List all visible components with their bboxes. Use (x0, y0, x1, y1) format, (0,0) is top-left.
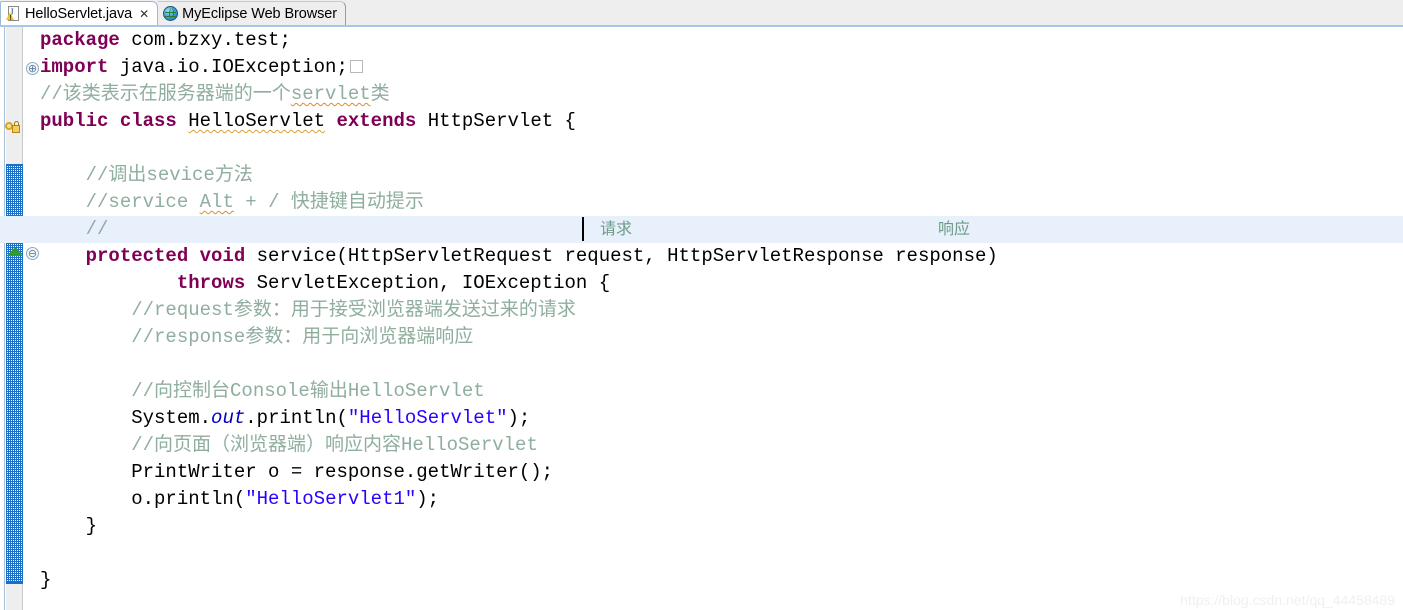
code-token: extends (336, 110, 417, 132)
code-token: Alt (199, 191, 234, 213)
code-token: HelloServlet (188, 110, 326, 132)
code-token: //该类表示在服务器端的一个 (40, 83, 291, 105)
code-token: PrintWriter o = response.getWriter(); (131, 461, 554, 483)
code-token: //response参数：用于向浏览器端响应 (131, 326, 474, 348)
code-token: o.println( (131, 488, 246, 510)
code-token: import (40, 56, 109, 78)
code-line[interactable] (40, 540, 1403, 567)
code-token: //调出sevice方法 (85, 164, 253, 186)
code-line[interactable]: //调出sevice方法 (40, 162, 1403, 189)
code-line[interactable]: //request参数：用于接受浏览器端发送过来的请求 (40, 297, 1403, 324)
code-token: 类 (370, 83, 390, 105)
tab-strip: J ! HelloServlet.java ✕ MyEclipse Web Br… (0, 0, 346, 25)
code-token: service(HttpServletRequest request, Http… (245, 245, 998, 267)
tab-myeclipse-web-browser[interactable]: MyEclipse Web Browser (158, 1, 346, 25)
code-token: //向页面（浏览器端）响应内容HelloServlet (131, 434, 538, 456)
code-line[interactable]: } (40, 567, 1403, 594)
code-token: HttpServlet { (416, 110, 576, 132)
code-line[interactable]: // (40, 216, 1403, 243)
code-line[interactable]: System.out.println("HelloServlet"); (40, 405, 1403, 432)
code-token: public class (40, 110, 177, 132)
code-line[interactable]: protected void service(HttpServletReques… (40, 243, 1403, 270)
code-line[interactable]: throws ServletException, IOException { (40, 270, 1403, 297)
code-line[interactable] (40, 135, 1403, 162)
code-line[interactable]: //service Alt + / 快捷键自动提示 (40, 189, 1403, 216)
annotation-request: 请求 (600, 221, 633, 238)
code-token: "HelloServlet1" (245, 488, 417, 510)
override-method-key-icon (5, 120, 22, 135)
code-token: + / 快捷键自动提示 (233, 191, 424, 213)
code-token: ); (416, 488, 440, 510)
code-token: servlet (290, 83, 371, 105)
code-token: } (85, 515, 98, 537)
code-line[interactable]: o.println("HelloServlet1"); (40, 486, 1403, 513)
code-line[interactable]: package com.bzxy.test; (40, 27, 1403, 54)
code-token: "HelloServlet" (347, 407, 508, 429)
code-token: .println( (245, 407, 348, 429)
code-token: } (40, 569, 52, 591)
code-token: //request参数：用于接受浏览器端发送过来的请求 (131, 299, 576, 321)
code-token: com.bzxy.test; (119, 29, 291, 51)
code-token: //向控制台Console输出HelloServlet (131, 380, 485, 402)
editor-left-border (0, 27, 5, 610)
globe-icon (163, 6, 179, 21)
code-line[interactable]: PrintWriter o = response.getWriter(); (40, 459, 1403, 486)
tab-label: MyEclipse Web Browser (182, 5, 337, 22)
code-line[interactable]: //向页面（浏览器端）响应内容HelloServlet (40, 432, 1403, 459)
folding-gutter[interactable] (24, 27, 39, 610)
code-token: // (85, 218, 109, 240)
java-file-warning-icon: J ! (6, 5, 21, 22)
code-token: System. (131, 407, 212, 429)
editor-tab-bar: J ! HelloServlet.java ✕ MyEclipse Web Br… (0, 0, 1403, 27)
text-caret (582, 217, 584, 241)
close-icon[interactable]: ✕ (139, 8, 149, 20)
code-token: throws (176, 272, 246, 294)
code-editor[interactable]: ⊕ ⊖ package com.bzxy.test; import java.io… (0, 27, 1403, 610)
code-line[interactable]: //该类表示在服务器端的一个servlet类 (40, 81, 1403, 108)
collapsed-import-icon[interactable] (349, 60, 363, 73)
tab-helloservlet-java[interactable]: J ! HelloServlet.java ✕ (0, 1, 159, 25)
watermark-text: https://blog.csdn.net/qq_44458489 (1180, 592, 1395, 608)
code-line[interactable]: //向控制台Console输出HelloServlet (40, 378, 1403, 405)
code-token: package (40, 29, 120, 51)
tab-label: HelloServlet.java (25, 5, 133, 22)
code-text-area[interactable]: package com.bzxy.test; import java.io.IOE… (40, 27, 1403, 610)
code-token: //service (85, 191, 200, 213)
code-line[interactable]: } (40, 513, 1403, 540)
code-line[interactable]: public class HelloServlet extends HttpSe… (40, 108, 1403, 135)
code-token: out (211, 407, 246, 429)
fold-expanded-icon[interactable]: ⊖ (26, 247, 39, 260)
fold-collapsed-icon[interactable]: ⊕ (26, 62, 39, 75)
code-token: ServletException, IOException { (245, 272, 611, 294)
code-token: protected void (85, 245, 246, 267)
annotation-response: 响应 (938, 221, 971, 238)
code-token: java.io.IOException; (108, 56, 348, 78)
code-line[interactable]: import java.io.IOException; (40, 54, 1403, 81)
code-line[interactable] (40, 351, 1403, 378)
code-line[interactable]: //response参数：用于向浏览器端响应 (40, 324, 1403, 351)
code-token: ); (507, 407, 531, 429)
change-ruler-arrow-icon (7, 247, 23, 256)
